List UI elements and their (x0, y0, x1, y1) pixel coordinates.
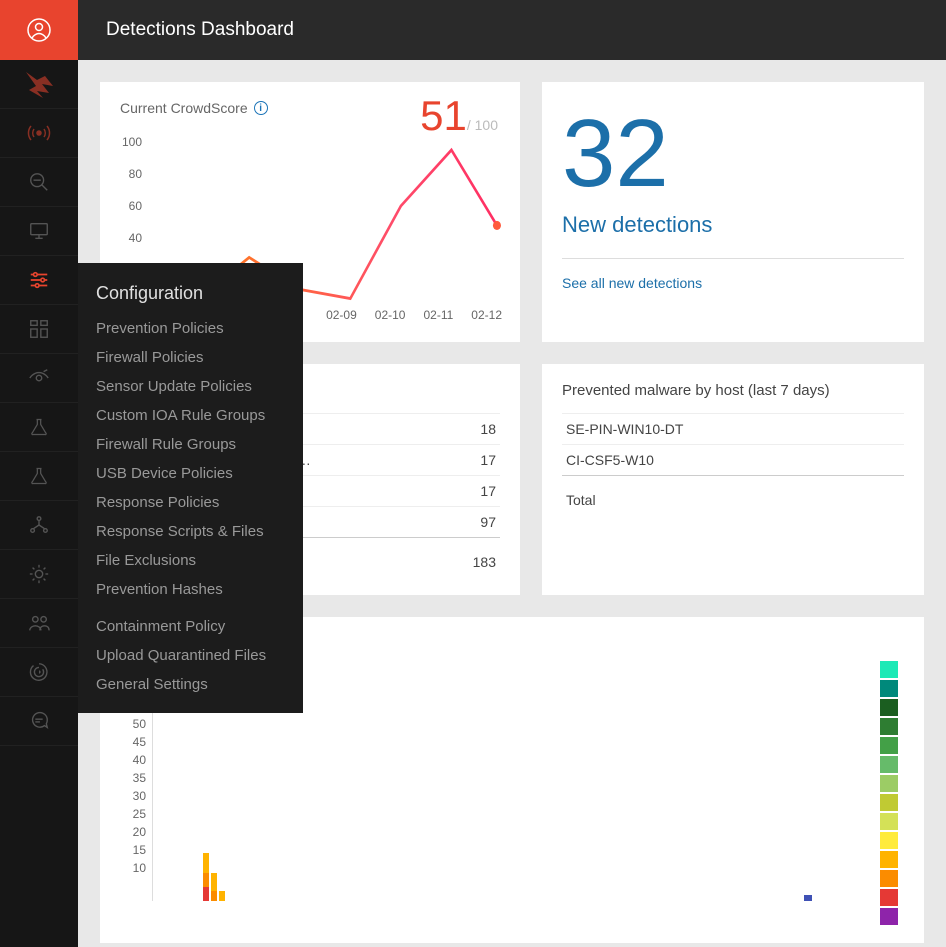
flyout-prevention-policies[interactable]: Prevention Policies (78, 314, 303, 343)
prevented-card: Prevented malware by host (last 7 days) … (542, 364, 924, 595)
search-icon (28, 171, 50, 193)
prevented-table: SE-PIN-WIN10-DT CI-CSF5-W10 Total (562, 413, 904, 515)
sidebar-monitor[interactable] (0, 207, 78, 256)
sidebar-broadcast[interactable] (0, 109, 78, 158)
broadcast-icon (27, 121, 51, 145)
sidebar-search[interactable] (0, 158, 78, 207)
xlabel: 02-10 (375, 308, 406, 326)
graph-icon (28, 514, 50, 536)
sidebar-graph[interactable] (0, 501, 78, 550)
sidebar-flask-2[interactable] (0, 452, 78, 501)
dashboard-icon (28, 318, 50, 340)
new-detections-label: New detections (562, 212, 904, 238)
xlabel: 02-09 (326, 308, 357, 326)
eye-icon (27, 367, 51, 389)
monitor-icon (28, 220, 50, 242)
sidebar-sun[interactable] (0, 550, 78, 599)
user-icon (27, 18, 51, 42)
flask-icon (29, 465, 49, 487)
sidebar-eye[interactable] (0, 354, 78, 403)
page-title: Detections Dashboard (106, 19, 294, 41)
users-icon (27, 612, 51, 634)
table-row: SE-PIN-WIN10-DT (562, 414, 904, 445)
xlabel: 02-12 (471, 308, 502, 326)
legend (880, 661, 904, 925)
swirl-icon (28, 661, 50, 683)
sun-icon (28, 563, 50, 585)
chat-icon (28, 710, 50, 732)
see-all-detections-link[interactable]: See all new detections (562, 258, 904, 291)
flyout-containment-policy[interactable]: Containment Policy (78, 612, 303, 641)
sidebar-logo[interactable] (0, 60, 78, 109)
flyout-prevention-hashes[interactable]: Prevention Hashes (78, 575, 303, 604)
flyout-general-settings[interactable]: General Settings (78, 670, 303, 699)
sidebar-chat[interactable] (0, 697, 78, 746)
table-row: CI-CSF5-W10 (562, 445, 904, 476)
flyout-file-exclusions[interactable]: File Exclusions (78, 546, 303, 575)
crowdscore-value: 51/ 100 (420, 92, 498, 140)
falcon-icon (23, 68, 55, 100)
sidebar-user-badge[interactable] (0, 0, 78, 60)
flyout-usb-device-policies[interactable]: USB Device Policies (78, 459, 303, 488)
crowdscore-title: Current CrowdScore (120, 100, 248, 116)
flyout-title: Configuration (78, 277, 303, 314)
flyout-firewall-policies[interactable]: Firewall Policies (78, 343, 303, 372)
flask-icon (29, 416, 49, 438)
new-detections-count: 32 (562, 106, 904, 202)
table-total-row: Total (562, 476, 904, 516)
page-header: Detections Dashboard (78, 0, 946, 60)
flyout-sensor-update-policies[interactable]: Sensor Update Policies (78, 372, 303, 401)
sidebar (0, 0, 78, 947)
sidebar-users[interactable] (0, 599, 78, 648)
new-detections-card: 32 New detections See all new detections (542, 82, 924, 342)
prevented-title: Prevented malware by host (last 7 days) (562, 382, 904, 399)
flyout-response-policies[interactable]: Response Policies (78, 488, 303, 517)
sidebar-flask-1[interactable] (0, 403, 78, 452)
crowdscore-number: 51 (420, 92, 467, 139)
sidebar-dashboard[interactable] (0, 305, 78, 354)
flyout-response-scripts-files[interactable]: Response Scripts & Files (78, 517, 303, 546)
sidebar-configuration[interactable] (0, 256, 78, 305)
flyout-custom-ioa-rule-groups[interactable]: Custom IOA Rule Groups (78, 401, 303, 430)
configuration-flyout: Configuration Prevention Policies Firewa… (78, 263, 303, 713)
flyout-upload-quarantined-files[interactable]: Upload Quarantined Files (78, 641, 303, 670)
flyout-firewall-rule-groups[interactable]: Firewall Rule Groups (78, 430, 303, 459)
xlabel: 02-11 (423, 308, 453, 326)
info-icon[interactable]: i (254, 101, 268, 115)
sliders-icon (28, 269, 50, 291)
crowdscore-max: / 100 (467, 117, 498, 133)
sidebar-swirl[interactable] (0, 648, 78, 697)
